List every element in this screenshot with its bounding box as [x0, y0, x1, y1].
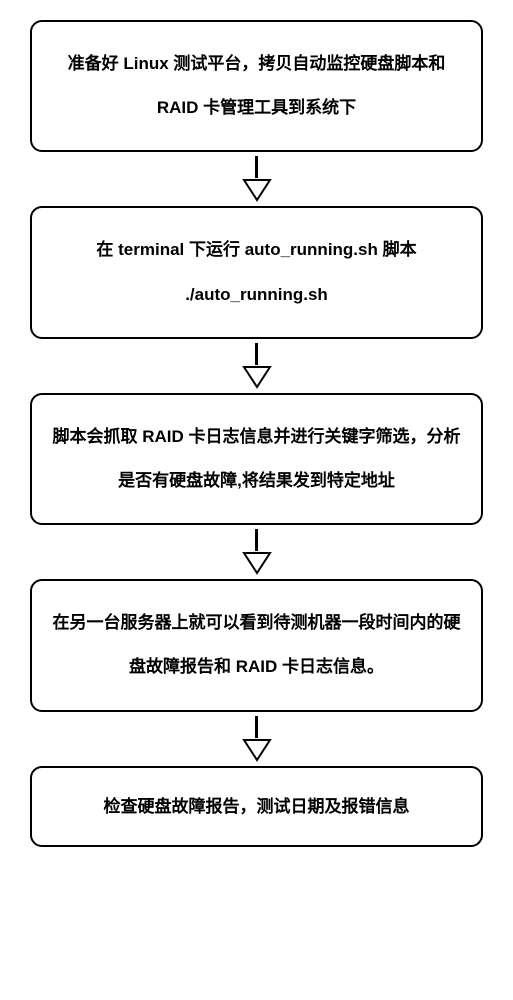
- arrow-down-icon: [242, 156, 272, 202]
- flowchart-step-1: 准备好 Linux 测试平台，拷贝自动监控硬盘脚本和 RAID 卡管理工具到系统…: [30, 20, 483, 152]
- arrow-down-icon: [242, 343, 272, 389]
- flowchart-step-4: 在另一台服务器上就可以看到待测机器一段时间内的硬盘故障报告和 RAID 卡日志信…: [30, 579, 483, 711]
- flowchart-container: 准备好 Linux 测试平台，拷贝自动监控硬盘脚本和 RAID 卡管理工具到系统…: [30, 20, 483, 847]
- arrow-down-icon: [242, 716, 272, 762]
- arrow-down-icon: [242, 529, 272, 575]
- flowchart-step-5: 检查硬盘故障报告，测试日期及报错信息: [30, 766, 483, 847]
- step-text: 在另一台服务器上就可以看到待测机器一段时间内的硬盘故障报告和 RAID 卡日志信…: [53, 613, 461, 676]
- flowchart-step-2: 在 terminal 下运行 auto_running.sh 脚本 ./auto…: [30, 206, 483, 338]
- step-text: 脚本会抓取 RAID 卡日志信息并进行关键字筛选，分析是否有硬盘故障,将结果发到…: [53, 427, 461, 490]
- step-text: 在 terminal 下运行 auto_running.sh 脚本 ./auto…: [96, 240, 416, 303]
- step-text: 准备好 Linux 测试平台，拷贝自动监控硬盘脚本和 RAID 卡管理工具到系统…: [68, 54, 446, 117]
- flowchart-step-3: 脚本会抓取 RAID 卡日志信息并进行关键字筛选，分析是否有硬盘故障,将结果发到…: [30, 393, 483, 525]
- step-text: 检查硬盘故障报告，测试日期及报错信息: [104, 797, 410, 816]
